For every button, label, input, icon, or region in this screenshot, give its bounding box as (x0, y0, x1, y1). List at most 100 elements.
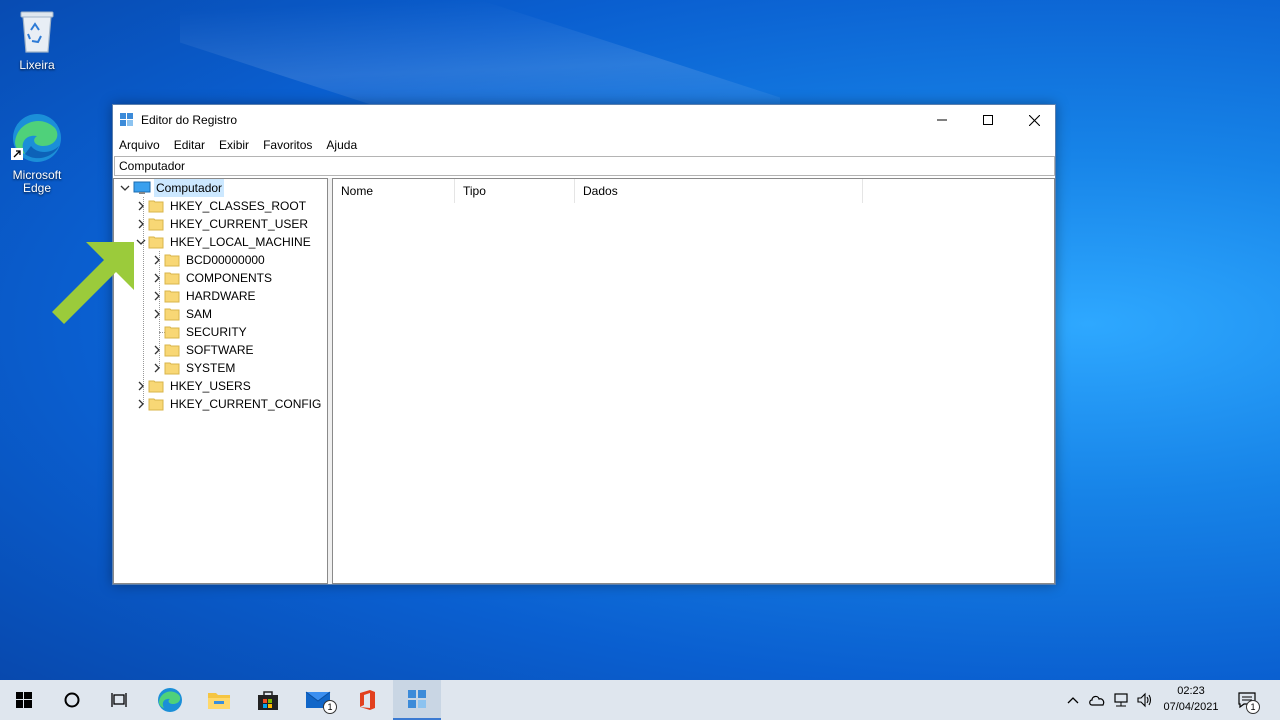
chevron-down-icon (120, 185, 130, 191)
minimize-button[interactable] (919, 105, 965, 135)
column-header-tipo[interactable]: Tipo (455, 179, 575, 203)
action-center-button[interactable]: 1 (1232, 680, 1262, 720)
recycle-bin-icon (20, 11, 54, 53)
folder-icon (164, 326, 180, 339)
close-icon (1028, 114, 1040, 126)
edge-icon (11, 114, 61, 162)
task-view-button[interactable] (96, 680, 144, 720)
windows-logo-icon (16, 692, 32, 708)
chevron-right-icon (138, 219, 144, 229)
taskbar-clock[interactable]: 02:23 07/04/2021 (1160, 683, 1222, 715)
tree-node-label: COMPONENTS (186, 271, 273, 285)
network-icon (1114, 693, 1128, 707)
cloud-icon (1089, 695, 1105, 706)
minimize-icon (937, 119, 947, 121)
regedit-icon (120, 113, 133, 126)
start-button[interactable] (0, 680, 48, 720)
file-explorer-icon (208, 693, 230, 709)
annotation-arrow-icon (52, 242, 134, 324)
search-button[interactable] (48, 680, 96, 720)
desktop-icon-edge[interactable]: Microsoft Edge (0, 112, 74, 195)
menu-favoritos[interactable]: Favoritos (263, 138, 312, 152)
chevron-right-icon (154, 273, 160, 283)
tree-node-label: HKEY_CURRENT_USER (170, 217, 309, 231)
registry-editor-window: Editor do Registro Arquivo Editar Exibir… (112, 104, 1056, 585)
desktop-icon-label: Lixeira (19, 58, 55, 72)
tree-node-label: HARDWARE (186, 289, 256, 303)
folder-icon (164, 290, 180, 303)
desktop-icon-label: Microsoft Edge (12, 168, 62, 195)
folder-icon (164, 254, 180, 267)
chevron-right-icon (154, 345, 160, 355)
tray-overflow-button[interactable] (1063, 680, 1083, 720)
folder-icon (164, 362, 180, 375)
tree-node-label: HKEY_USERS (170, 379, 251, 393)
mail-badge: 1 (323, 700, 337, 714)
tree-node-label: HKEY_LOCAL_MACHINE (170, 235, 311, 249)
chevron-up-icon (1067, 697, 1079, 704)
taskbar-office[interactable] (343, 680, 391, 720)
regedit-icon (408, 690, 426, 708)
menu-ajuda[interactable]: Ajuda (326, 138, 357, 152)
desktop-icon-recycle-bin[interactable]: Lixeira (0, 6, 74, 72)
menu-exibir[interactable]: Exibir (219, 138, 249, 152)
menu-arquivo[interactable]: Arquivo (119, 138, 160, 152)
store-bag-icon (258, 691, 278, 710)
folder-icon (164, 308, 180, 321)
chevron-down-icon (136, 239, 146, 245)
chevron-right-icon (154, 255, 160, 265)
title-bar[interactable]: Editor do Registro (113, 105, 1055, 135)
chevron-right-icon (154, 309, 160, 319)
folder-icon (148, 380, 164, 393)
chevron-right-icon (154, 291, 160, 301)
maximize-icon (983, 115, 993, 125)
registry-tree[interactable]: Computador HKEY_CLASSES_ROOT HKEY_CURREN… (113, 178, 328, 584)
column-header-nome[interactable]: Nome (333, 179, 455, 203)
tree-node-label: HKEY_CURRENT_CONFIG (170, 397, 322, 411)
tree-node-label: SYSTEM (186, 361, 236, 375)
task-view-icon (111, 693, 127, 707)
tree-node-label: SOFTWARE (186, 343, 254, 357)
taskbar-store[interactable] (244, 680, 292, 720)
cortana-circle-icon (64, 692, 80, 708)
network-tray-button[interactable] (1110, 680, 1132, 720)
computer-icon (133, 181, 151, 194)
taskbar-edge[interactable] (146, 680, 194, 720)
notification-badge: 1 (1246, 700, 1260, 714)
chevron-right-icon (138, 201, 144, 211)
edge-icon (158, 688, 182, 712)
tree-node-label: BCD00000000 (186, 253, 265, 267)
volume-tray-button[interactable] (1134, 680, 1156, 720)
tree-node-label: SECURITY (186, 325, 247, 339)
folder-icon (148, 398, 164, 411)
speaker-icon (1137, 692, 1152, 708)
folder-icon (148, 200, 164, 213)
maximize-button[interactable] (965, 105, 1011, 135)
office-icon (360, 690, 375, 710)
folder-icon (164, 344, 180, 357)
column-header-dados[interactable]: Dados (575, 179, 863, 203)
chevron-right-icon (154, 363, 160, 373)
menu-bar: Arquivo Editar Exibir Favoritos Ajuda (113, 135, 1055, 155)
tree-node-label: HKEY_CLASSES_ROOT (170, 199, 307, 213)
close-button[interactable] (1011, 105, 1057, 135)
folder-icon (148, 218, 164, 231)
chevron-right-icon (138, 381, 144, 391)
tree-node-computador[interactable]: Computador (120, 179, 320, 197)
folder-icon (148, 236, 164, 249)
tree-node-label: SAM (186, 307, 213, 321)
taskbar: 1 02:23 07/04/2021 1 (0, 680, 1280, 720)
window-title: Editor do Registro (141, 113, 238, 127)
tree-node-label: Computador (154, 179, 225, 197)
onedrive-tray-button[interactable] (1086, 680, 1108, 720)
clock-date: 07/04/2021 (1163, 701, 1219, 713)
values-list[interactable]: Nome Tipo Dados (332, 178, 1055, 584)
folder-icon (164, 272, 180, 285)
taskbar-file-explorer[interactable] (195, 680, 243, 720)
chevron-right-icon (138, 399, 144, 409)
menu-editar[interactable]: Editar (174, 138, 205, 152)
taskbar-mail[interactable]: 1 (294, 680, 342, 720)
taskbar-regedit[interactable] (393, 680, 441, 720)
clock-time: 02:23 (1177, 685, 1205, 697)
address-bar[interactable]: Computador (114, 156, 1055, 176)
